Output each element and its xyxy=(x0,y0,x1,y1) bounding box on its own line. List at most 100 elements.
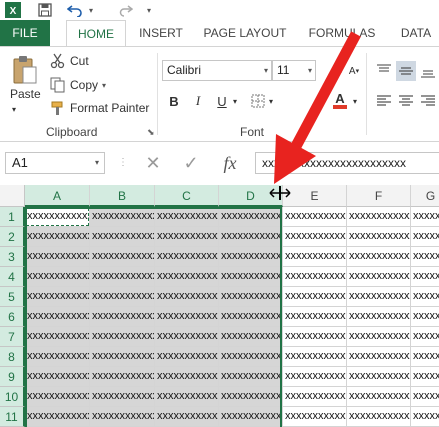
cell-a9[interactable]: xxxxxxxxxxxxxxxxxxxxxxxx xyxy=(25,367,90,387)
cancel-icon[interactable]: ✕ xyxy=(140,152,166,174)
tab-file[interactable]: FILE xyxy=(0,20,50,47)
cell-d5[interactable]: xxxxxxxxxxxxxxxxxxxxxxxx xyxy=(219,287,283,307)
cell-g1[interactable]: xxxxxxxxxxxxxxxxxxxxxxxx xyxy=(411,207,439,227)
cell-b9[interactable]: xxxxxxxxxxxxxxxxxxxxxxxx xyxy=(90,367,155,387)
italic-button[interactable]: I xyxy=(188,91,208,111)
tab-insert[interactable]: INSERT xyxy=(132,20,190,47)
row-header-2[interactable]: 2 xyxy=(0,227,25,247)
cell-f6[interactable]: xxxxxxxxxxxxxxxxxxxxxxxx xyxy=(347,307,411,327)
cell-a3[interactable]: xxxxxxxxxxxxxxxxxxxxxxxx xyxy=(25,247,90,267)
cell-g2[interactable]: xxxxxxxxxxxxxxxxxxxxxxxx xyxy=(411,227,439,247)
cell-b5[interactable]: xxxxxxxxxxxxxxxxxxxxxxxx xyxy=(90,287,155,307)
align-bottom-icon[interactable] xyxy=(418,61,438,81)
cell-a6[interactable]: xxxxxxxxxxxxxxxxxxxxxxxx xyxy=(25,307,90,327)
cell-e6[interactable]: xxxxxxxxxxxxxxxxxxxxxxxx xyxy=(283,307,347,327)
cell-b1[interactable]: xxxxxxxxxxxxxxxxxxxxxxxx xyxy=(90,207,155,227)
cell-g7[interactable]: xxxxxxxxxxxxxxxxxxxxxxxx xyxy=(411,327,439,347)
cell-b6[interactable]: xxxxxxxxxxxxxxxxxxxxxxxx xyxy=(90,307,155,327)
name-box[interactable]: A1 ▾ xyxy=(5,152,105,174)
row-header-6[interactable]: 6 xyxy=(0,307,25,327)
insert-function-button[interactable]: fx xyxy=(216,152,244,174)
worksheet-grid[interactable]: ABCDEFG 1 2 3 4 5 6 7 8 9 10 11 xxxxxxxxxxxx xxxxxx… xyxy=(0,185,439,427)
cell-b8[interactable]: xxxxxxxxxxxxxxxxxxxxxxxx xyxy=(90,347,155,367)
clipboard-launcher-icon[interactable]: ⬊ xyxy=(147,127,155,138)
font-name-combo[interactable]: Calibri ▾ xyxy=(162,60,272,81)
undo-dropdown-icon[interactable]: ▾ xyxy=(86,1,96,19)
column-header-a[interactable]: A xyxy=(25,185,90,207)
cell-b10[interactable]: xxxxxxxxxxxxxxxxxxxxxxxx xyxy=(90,387,155,407)
cell-d3[interactable]: xxxxxxxxxxxxxxxxxxxxxxxx xyxy=(219,247,283,267)
save-icon[interactable] xyxy=(36,1,54,19)
align-top-icon[interactable] xyxy=(374,61,394,81)
cell-f8[interactable]: xxxxxxxxxxxxxxxxxxxxxxxx xyxy=(347,347,411,367)
align-middle-icon[interactable] xyxy=(396,61,416,81)
row-header-3[interactable]: 3 xyxy=(0,247,25,267)
cell-e11[interactable]: xxxxxxxxxxxxxxxxxxxxxxxx xyxy=(283,407,347,427)
cell-a11[interactable]: xxxxxxxxxxxxxxxxxxxxxxxx xyxy=(25,407,90,427)
cell-g11[interactable]: xxxxxxxxxxxxxxxxxxxxxxxx xyxy=(411,407,439,427)
cell-g10[interactable]: xxxxxxxxxxxxxxxxxxxxxxxx xyxy=(411,387,439,407)
cell-b7[interactable]: xxxxxxxxxxxxxxxxxxxxxxxx xyxy=(90,327,155,347)
column-header-b[interactable]: B xyxy=(90,185,155,207)
cell-c4[interactable]: xxxxxxxxxxxxxxxxxxxxxxxx xyxy=(155,267,219,287)
cell-d6[interactable]: xxxxxxxxxxxxxxxxxxxxxxxx xyxy=(219,307,283,327)
row-header-5[interactable]: 5 xyxy=(0,287,25,307)
cell-c11[interactable]: xxxxxxxxxxxxxxxxxxxxxxxx xyxy=(155,407,219,427)
align-center-icon[interactable] xyxy=(396,91,416,111)
cell-g3[interactable]: xxxxxxxxxxxxxxxxxxxxxxxx xyxy=(411,247,439,267)
cell-f2[interactable]: xxxxxxxxxxxxxxxxxxxxxxxx xyxy=(347,227,411,247)
cell-d1[interactable]: xxxxxxxxxxxxxxxxxxxxxxxx xyxy=(219,207,283,227)
row-header-4[interactable]: 4 xyxy=(0,267,25,287)
cell-e9[interactable]: xxxxxxxxxxxxxxxxxxxxxxxx xyxy=(283,367,347,387)
cell-e10[interactable]: xxxxxxxxxxxxxxxxxxxxxxxx xyxy=(283,387,347,407)
cell-e2[interactable]: xxxxxxxxxxxxxxxxxxxxxxxx xyxy=(283,227,347,247)
cell-g8[interactable]: xxxxxxxxxxxxxxxxxxxxxxxx xyxy=(411,347,439,367)
font-name-dropdown-icon[interactable]: ▾ xyxy=(264,61,268,80)
cell-c9[interactable]: xxxxxxxxxxxxxxxxxxxxxxxx xyxy=(155,367,219,387)
underline-dropdown-icon[interactable]: ▾ xyxy=(230,91,240,111)
cell-a5[interactable]: xxxxxxxxxxxxxxxxxxxxxxxx xyxy=(25,287,90,307)
cell-d4[interactable]: xxxxxxxxxxxxxxxxxxxxxxxx xyxy=(219,267,283,287)
row-header-9[interactable]: 9 xyxy=(0,367,25,387)
cell-a4[interactable]: xxxxxxxxxxxxxxxxxxxxxxxx xyxy=(25,267,90,287)
row-header-11[interactable]: 11 xyxy=(0,407,25,427)
cell-c3[interactable]: xxxxxxxxxxxxxxxxxxxxxxxx xyxy=(155,247,219,267)
cell-g6[interactable]: xxxxxxxxxxxxxxxxxxxxxxxx xyxy=(411,307,439,327)
cell-f11[interactable]: xxxxxxxxxxxxxxxxxxxxxxxx xyxy=(347,407,411,427)
copy-button[interactable]: Copy ▾ xyxy=(50,77,106,93)
cell-f5[interactable]: xxxxxxxxxxxxxxxxxxxxxxxx xyxy=(347,287,411,307)
cell-g9[interactable]: xxxxxxxxxxxxxxxxxxxxxxxx xyxy=(411,367,439,387)
column-header-c[interactable]: C xyxy=(155,185,219,207)
cell-c1[interactable]: xxxxxxxxxxxxxxxxxxxxxxxx xyxy=(155,207,219,227)
select-all-corner[interactable] xyxy=(0,185,25,207)
redo-icon[interactable] xyxy=(118,1,134,19)
copy-dropdown-icon[interactable]: ▾ xyxy=(102,81,106,90)
cell-e3[interactable]: xxxxxxxxxxxxxxxxxxxxxxxx xyxy=(283,247,347,267)
underline-button[interactable]: U xyxy=(212,91,232,111)
cell-e5[interactable]: xxxxxxxxxxxxxxxxxxxxxxxx xyxy=(283,287,347,307)
cell-c5[interactable]: xxxxxxxxxxxxxxxxxxxxxxxx xyxy=(155,287,219,307)
enter-icon[interactable]: ✓ xyxy=(178,152,204,174)
cell-g4[interactable]: xxxxxxxxxxxxxxxxxxxxxxxx xyxy=(411,267,439,287)
name-box-dropdown-icon[interactable]: ▾ xyxy=(95,153,99,173)
undo-icon[interactable] xyxy=(66,1,84,19)
align-right-icon[interactable] xyxy=(418,91,438,111)
customize-qat-icon[interactable]: ▾ xyxy=(143,1,155,19)
row-header-7[interactable]: 7 xyxy=(0,327,25,347)
cell-a10[interactable]: xxxxxxxxxxxxxxxxxxxxxxxx xyxy=(25,387,90,407)
format-painter-button[interactable]: Format Painter xyxy=(50,100,149,116)
cell-a7[interactable]: xxxxxxxxxxxxxxxxxxxxxxxx xyxy=(25,327,90,347)
cell-e8[interactable]: xxxxxxxxxxxxxxxxxxxxxxxx xyxy=(283,347,347,367)
excel-logo-icon[interactable]: X xyxy=(4,1,22,19)
cell-c7[interactable]: xxxxxxxxxxxxxxxxxxxxxxxx xyxy=(155,327,219,347)
cell-b2[interactable]: xxxxxxxxxxxxxxxxxxxxxxxx xyxy=(90,227,155,247)
row-header-1[interactable]: 1 xyxy=(0,207,25,227)
cell-e7[interactable]: xxxxxxxxxxxxxxxxxxxxxxxx xyxy=(283,327,347,347)
align-left-icon[interactable] xyxy=(374,91,394,111)
cell-f3[interactable]: xxxxxxxxxxxxxxxxxxxxxxxx xyxy=(347,247,411,267)
paste-button[interactable]: Paste xyxy=(10,55,41,101)
cell-e1[interactable]: xxxxxxxxxxxxxxxxxxxxxxxx xyxy=(283,207,347,227)
cell-b11[interactable]: xxxxxxxxxxxxxxxxxxxxxxxx xyxy=(90,407,155,427)
cell-d11[interactable]: xxxxxxxxxxxxxxxxxxxxxxxx xyxy=(219,407,283,427)
paste-dropdown-icon[interactable]: ▾ xyxy=(12,105,16,114)
